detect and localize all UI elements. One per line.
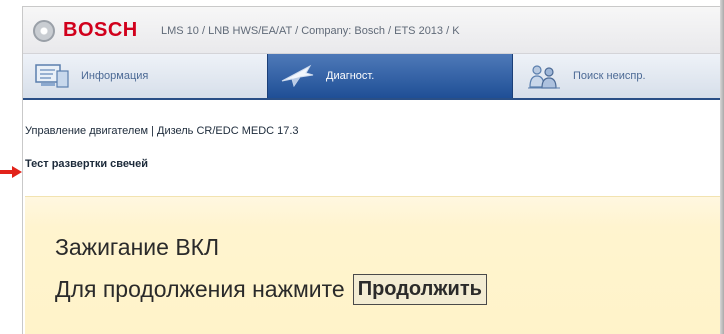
info-monitor-icon [35, 64, 69, 88]
pointer-arrow-icon [0, 166, 22, 178]
tab-diagnostics[interactable]: Диагност. [267, 54, 513, 98]
tab-diagnostics-label: Диагност. [326, 70, 375, 82]
search-people-icon [528, 65, 560, 89]
tab-information[interactable]: Информация [23, 54, 265, 98]
instruction-prompt: Для продолжения нажмите [55, 276, 345, 302]
app-disc-icon [33, 20, 55, 42]
window-title: LMS 10 / LNB HWS/EA/AT / Company: Bosch … [161, 25, 460, 37]
app-window: BOSCH LMS 10 / LNB HWS/EA/AT / Company: … [22, 6, 724, 334]
screen: BOSCH LMS 10 / LNB HWS/EA/AT / Company: … [0, 0, 724, 334]
instruction-title: Зажигание ВКЛ [55, 234, 220, 260]
instruction-panel: Зажигание ВКЛ Для продолжения нажмите Пр… [25, 196, 723, 334]
instruction-prompt-line: Для продолжения нажмите Продолжить [55, 274, 487, 305]
tab-troubleshooting[interactable]: Поиск неиспр. [515, 54, 724, 98]
tab-troubleshooting-label: Поиск неиспр. [573, 70, 646, 82]
brand-logo: BOSCH [63, 19, 138, 41]
tab-information-label: Информация [81, 70, 149, 82]
diagnostics-airplane-icon [281, 64, 314, 88]
breadcrumb: Управление двигателем | Дизель CR/EDC ME… [25, 125, 299, 137]
continue-button[interactable]: Продолжить [352, 274, 487, 305]
tab-bar: Информация Диагност. Поиск неиспр. [23, 54, 724, 100]
title-bar: BOSCH LMS 10 / LNB HWS/EA/AT / Company: … [23, 7, 724, 54]
test-name: Тест развертки свечей [25, 158, 149, 170]
window-edge [720, 0, 724, 334]
